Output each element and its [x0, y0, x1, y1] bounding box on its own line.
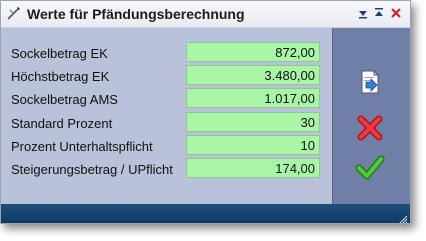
label-sockelbetrag-ek: Sockelbetrag EK — [11, 46, 108, 61]
green-check-icon — [355, 155, 385, 180]
label-steigerungsbetrag: Steigerungsbetrag / UPflicht — [11, 162, 173, 177]
status-bar — [1, 204, 410, 223]
field-hoechstbetrag-ek[interactable]: 3.480,00 — [186, 65, 320, 85]
export-document-icon — [361, 69, 380, 94]
field-standard-prozent[interactable]: 30 — [186, 112, 320, 132]
restore-icon — [375, 8, 383, 16]
label-prozent-unterhaltspflicht: Prozent Unterhaltspflicht — [11, 139, 153, 154]
label-hoechstbetrag-ek: Höchstbetrag EK — [11, 69, 110, 84]
action-panel — [332, 28, 410, 204]
field-sockelbetrag-ams[interactable]: 1.017,00 — [186, 88, 320, 108]
dialog-window: Werte für Pfändungsberechnung Sockelbetr… — [0, 0, 411, 224]
form-area: Sockelbetrag EK 872,00 Höchstbetrag EK 3… — [1, 28, 330, 204]
title-bar[interactable]: Werte für Pfändungsberechnung — [1, 1, 410, 28]
cancel-button[interactable] — [353, 113, 387, 143]
window-title: Werte für Pfändungsberechnung — [27, 6, 245, 22]
minimize-button[interactable] — [357, 7, 369, 19]
label-sockelbetrag-ams: Sockelbetrag AMS — [11, 92, 118, 107]
field-sockelbetrag-ek[interactable]: 872,00 — [186, 42, 320, 62]
export-button[interactable] — [353, 68, 387, 98]
restore-button[interactable] — [373, 7, 385, 19]
resize-grip-icon[interactable] — [398, 211, 408, 223]
field-steigerungsbetrag[interactable]: 174,00 — [186, 158, 320, 178]
confirm-button[interactable] — [353, 154, 387, 184]
label-standard-prozent: Standard Prozent — [11, 116, 113, 131]
close-icon — [391, 8, 401, 18]
red-x-icon — [357, 115, 383, 141]
close-button[interactable] — [390, 7, 402, 19]
field-prozent-unterhaltspflicht[interactable]: 10 — [186, 135, 320, 155]
calculator-pen-icon — [6, 5, 22, 21]
minimize-icon — [359, 11, 367, 19]
